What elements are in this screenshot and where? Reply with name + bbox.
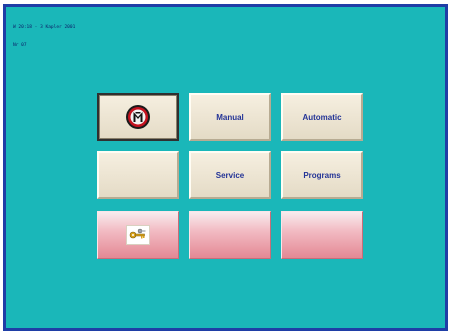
automatic-button[interactable]: Automatic: [281, 93, 363, 141]
blank-button[interactable]: [97, 151, 179, 199]
programs-button-label: Programs: [303, 170, 341, 180]
brand-logo-icon: [125, 104, 151, 130]
manual-button-label: Manual: [216, 112, 244, 122]
automatic-button-label: Automatic: [302, 112, 342, 122]
empty-pink-button-right[interactable]: [281, 211, 363, 259]
service-button-label: Service: [215, 170, 245, 180]
main-screen: W 20:18 - 3 Kapler 2001 Nr 07 Manual Aut…: [3, 4, 448, 331]
keys-icon: [126, 225, 150, 245]
status-bar: W 20:18 - 3 Kapler 2001 Nr 07: [13, 13, 75, 61]
manual-button[interactable]: Manual: [189, 93, 271, 141]
service-button[interactable]: Service: [189, 151, 271, 199]
status-line-datetime: W 20:18 - 3 Kapler 2001: [13, 25, 76, 30]
keys-button[interactable]: [97, 211, 179, 259]
programs-button[interactable]: Programs: [281, 151, 363, 199]
home-logo-button[interactable]: [97, 93, 179, 141]
empty-pink-button-center[interactable]: [189, 211, 271, 259]
status-line-number: Nr 07: [13, 43, 27, 48]
